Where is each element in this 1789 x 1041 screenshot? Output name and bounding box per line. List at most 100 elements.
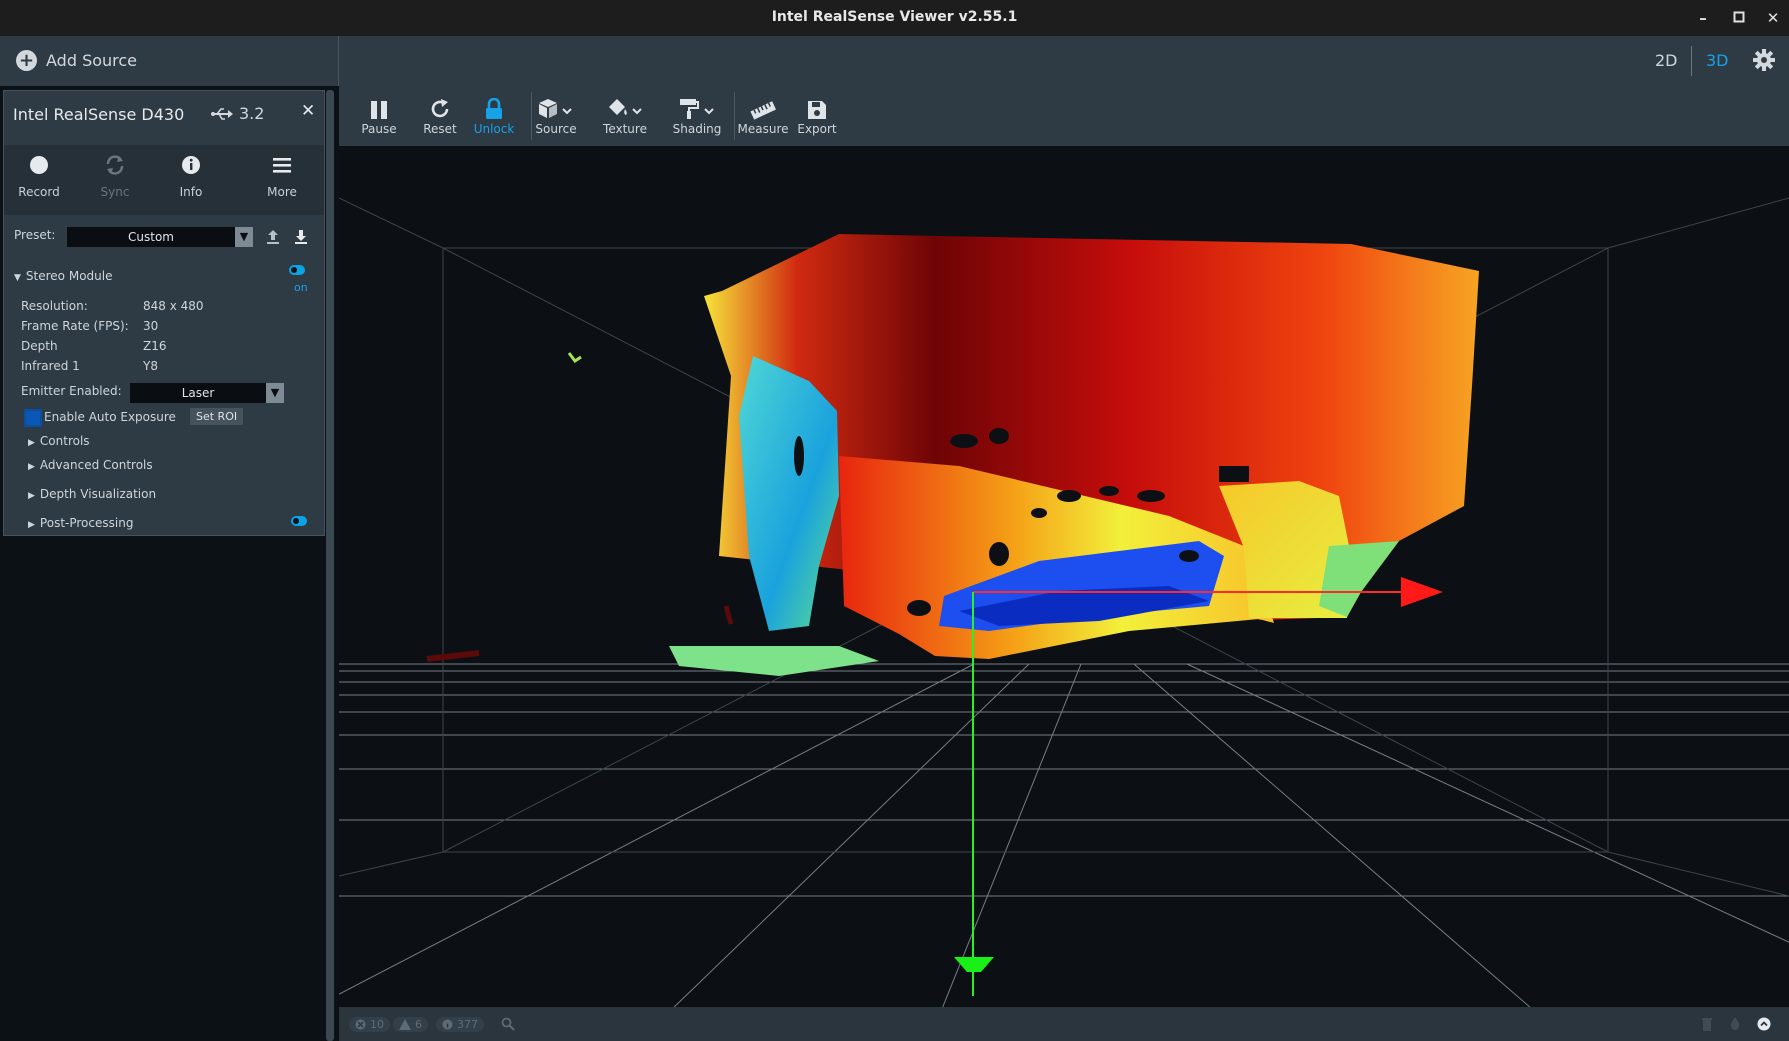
preset-label: Preset: <box>14 228 56 242</box>
trash-icon <box>1702 1018 1712 1031</box>
depth-visualization-label: Depth Visualization <box>39 487 157 501</box>
save-icon <box>808 101 826 119</box>
minimize-button[interactable]: – <box>1690 6 1716 30</box>
mode-3d-button[interactable]: 3D <box>1706 51 1729 70</box>
info-circle-icon <box>442 1019 453 1030</box>
resolution-value[interactable]: 848 x 480 <box>143 299 204 313</box>
shading-button[interactable]: Shading <box>672 86 722 136</box>
post-processing-header[interactable]: ▶ Post-Processing <box>28 516 133 530</box>
texture-label: Texture <box>603 122 647 136</box>
gear-icon <box>1753 49 1775 71</box>
pause-button[interactable]: Pause <box>359 86 399 136</box>
device-toolbar: Record Sync Info More <box>4 145 324 215</box>
expand-log-button[interactable] <box>1757 1017 1771 1031</box>
toolbar-separator <box>734 92 735 140</box>
error-icon <box>355 1019 366 1030</box>
paint-bucket-icon <box>609 99 642 115</box>
infrared-value[interactable]: Y8 <box>143 359 158 373</box>
cube-icon <box>539 99 572 118</box>
preset-select[interactable]: Custom <box>67 227 235 247</box>
sync-label: Sync <box>100 185 130 199</box>
settings-button[interactable] <box>1753 49 1775 75</box>
shading-label: Shading <box>672 122 722 136</box>
export-button[interactable]: Export <box>795 86 839 136</box>
expand-right-icon: ▶ <box>28 438 35 448</box>
post-processing-label: Post-Processing <box>39 516 134 530</box>
record-icon <box>30 156 48 174</box>
usb-icon <box>211 107 233 120</box>
export-label: Export <box>797 122 837 136</box>
search-log-button[interactable] <box>501 1017 515 1031</box>
refresh-icon <box>431 99 449 118</box>
pause-label: Pause <box>361 122 397 136</box>
maximize-button[interactable] <box>1726 6 1752 30</box>
warning-count[interactable]: 6 <box>393 1017 428 1032</box>
depth-visualization-header[interactable]: ▶ Depth Visualization <box>28 487 156 501</box>
unlock-label: Unlock <box>473 122 515 136</box>
more-label: More <box>267 185 297 199</box>
info-button[interactable]: Info <box>156 145 226 199</box>
advanced-controls-header[interactable]: ▶ Advanced Controls <box>28 458 153 472</box>
add-source-button[interactable]: + Add Source <box>16 50 137 71</box>
stereo-module-header[interactable]: ▼ Stereo Module <box>14 269 112 283</box>
emitter-dropdown-arrow[interactable]: ▼ <box>266 383 284 403</box>
more-button[interactable]: More <box>247 145 317 199</box>
reset-button[interactable]: Reset <box>420 86 460 136</box>
record-label: Record <box>18 185 60 199</box>
depth-value[interactable]: Z16 <box>143 339 167 353</box>
error-count-value: 10 <box>370 1018 384 1031</box>
expand-right-icon: ▶ <box>28 520 35 530</box>
toolbar-separator <box>531 92 532 140</box>
sync-icon <box>106 155 124 175</box>
preset-dropdown-arrow[interactable]: ▼ <box>235 227 253 247</box>
set-roi-button[interactable]: Set ROI <box>190 408 244 425</box>
panel-scrollbar[interactable] <box>326 90 334 1041</box>
info-label: Info <box>179 185 203 199</box>
viewport-3d[interactable]: Pause Reset Unlock Source Texture Shadin… <box>339 86 1789 1041</box>
add-source-label: Add Source <box>46 51 138 70</box>
source-button[interactable]: Source <box>533 86 579 136</box>
stereo-module-label: Stereo Module <box>25 269 113 283</box>
error-count[interactable]: 10 <box>349 1017 390 1032</box>
warning-icon <box>399 1019 411 1030</box>
advanced-controls-label: Advanced Controls <box>39 458 153 472</box>
fps-label: Frame Rate (FPS): <box>21 319 129 333</box>
post-processing-toggle[interactable] <box>291 516 307 526</box>
point-cloud-view[interactable] <box>339 86 1789 1041</box>
clear-log-button[interactable] <box>1702 1017 1712 1031</box>
paint-roller-icon <box>680 99 714 119</box>
expand-down-icon: ▼ <box>14 273 21 283</box>
auto-exposure-checkbox[interactable] <box>24 409 42 427</box>
view-mode-header: 2D 3D <box>339 36 1789 86</box>
auto-exposure-label: Enable Auto Exposure <box>44 410 176 424</box>
info-count[interactable]: 377 <box>436 1017 484 1032</box>
maximize-icon <box>1733 11 1745 23</box>
depth-label: Depth <box>21 339 58 353</box>
infrared-label: Infrared 1 <box>21 359 80 373</box>
sync-button[interactable]: Sync <box>80 145 150 199</box>
left-header: + Add Source <box>0 36 339 86</box>
measure-button[interactable]: Measure <box>737 86 789 136</box>
expand-right-icon: ▶ <box>28 491 35 501</box>
close-device-button[interactable]: ✕ <box>301 101 315 121</box>
texture-button[interactable]: Texture <box>601 86 649 136</box>
close-window-button[interactable]: ✕ <box>1760 6 1786 30</box>
stereo-module-toggle[interactable] <box>289 265 305 275</box>
controls-header[interactable]: ▶ Controls <box>28 434 90 448</box>
record-button[interactable]: Record <box>4 145 74 199</box>
mode-2d-button[interactable]: 2D <box>1655 51 1678 70</box>
mode-divider <box>1691 46 1692 76</box>
unlock-button[interactable]: Unlock <box>472 86 516 136</box>
emitter-select[interactable]: Laser <box>130 383 266 403</box>
usb-version: 3.2 <box>239 104 265 123</box>
viewport-toolbar: Pause Reset Unlock Source Texture Shadin… <box>339 86 1789 146</box>
menu-icon <box>273 158 291 173</box>
source-label: Source <box>535 122 577 136</box>
download-icon <box>295 230 307 244</box>
emitter-label: Emitter Enabled: <box>21 384 122 398</box>
fps-value[interactable]: 30 <box>143 319 158 333</box>
status-bar: 10 6 377 <box>339 1007 1789 1041</box>
preset-upload-button[interactable] <box>266 229 280 249</box>
preset-download-button[interactable] <box>294 229 308 249</box>
drop-button[interactable] <box>1730 1017 1740 1031</box>
